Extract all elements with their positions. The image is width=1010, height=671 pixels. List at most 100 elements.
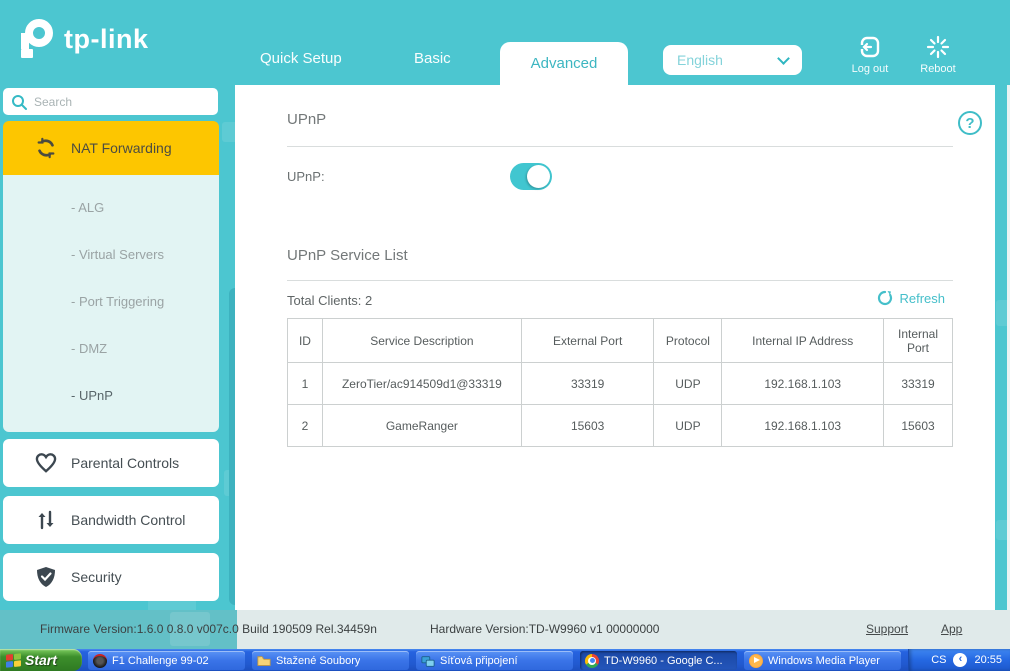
sidebar-item-label: Bandwidth Control [71,512,186,528]
nat-submenu: - ALG - Virtual Servers - Port Triggerin… [3,175,219,432]
taskbar-button-label: F1 Challenge 99-02 [112,654,209,667]
router-admin-page: tp-link Quick Setup Basic Advanced Engli… [0,0,1010,671]
cell-id: 1 [287,362,323,405]
cell-external-port: 15603 [520,404,655,447]
cell-internal-port: 15603 [883,404,953,447]
main-content: UPnP ? UPnP: UPnP Service List Total Cli… [235,85,995,610]
media-player-icon [749,653,763,668]
windows-flag-icon [6,652,21,668]
upnp-toggle[interactable] [510,163,552,190]
start-button[interactable]: Start [0,649,82,671]
taskbar-button-media-player[interactable]: Windows Media Player [744,651,901,670]
nat-forwarding-icon [33,137,59,159]
refresh-label: Refresh [899,290,945,306]
header: tp-link Quick Setup Basic Advanced Engli… [0,0,1010,85]
cell-service-description: ZeroTier/ac914509d1@33319 [321,362,522,405]
reboot-label: Reboot [920,63,956,75]
taskbar-button-chrome-td-w9960[interactable]: TD-W9960 - Google C... [580,651,737,670]
col-header-internal-ip: Internal IP Address [721,318,885,363]
folder-icon [257,654,271,668]
table-row: 1 ZeroTier/ac914509d1@33319 33319 UDP 19… [287,362,953,405]
taskbar-button-network-connections[interactable]: Síťová připojení [416,651,573,670]
sidebar-item-security[interactable]: Security [3,553,219,601]
help-icon[interactable]: ? [958,111,982,135]
cell-internal-ip: 192.168.1.103 [721,362,885,405]
logout-label: Log out [851,63,889,75]
taskbar-button-label: Stažené Soubory [276,654,361,667]
reboot-button[interactable]: Reboot [906,34,970,75]
taskbar-button-label: TD-W9960 - Google C... [604,654,723,667]
col-header-external-port: External Port [520,318,655,363]
sidebar-item-label: Security [71,569,122,585]
logout-button[interactable]: Log out [838,34,902,75]
cell-protocol: UDP [653,404,723,447]
taskbar-button-f1-challenge[interactable]: F1 Challenge 99-02 [88,651,245,670]
taskbar-button-label: Síťová připojení [440,654,518,667]
shield-check-icon [33,566,59,588]
chrome-icon [585,653,599,668]
table-header-row: ID Service Description External Port Pro… [287,318,953,363]
sidebar-subitem-virtual-servers[interactable]: - Virtual Servers [3,231,219,278]
col-header-protocol: Protocol [653,318,723,363]
footer: Firmware Version:1.6.0 0.8.0 v007c.0 Bui… [0,610,1010,649]
sidebar-item-label: NAT Forwarding [71,140,172,156]
reboot-icon [906,34,970,60]
arrows-up-down-icon [33,510,59,530]
upnp-field-label: UPnP: [287,169,325,184]
sidebar-item-parental-controls[interactable]: Parental Controls [3,439,219,487]
sidebar-item-label: Parental Controls [71,455,180,471]
col-header-id: ID [287,318,323,363]
search-box[interactable] [3,88,218,115]
heart-icon [33,453,59,473]
cell-protocol: UDP [653,362,723,405]
hide-icons-chevron-icon[interactable]: ‹ [953,653,968,667]
total-clients-label: Total Clients: 2 [287,293,373,308]
cell-internal-port: 33319 [883,362,953,405]
language-dropdown[interactable]: English [663,45,802,75]
upnp-service-table: ID Service Description External Port Pro… [287,318,953,447]
system-tray: CS ‹ 20:55 [908,649,1010,671]
network-connections-icon [421,654,435,668]
cell-external-port: 33319 [520,362,655,405]
divider [287,146,953,147]
tab-basic[interactable]: Basic [414,50,451,67]
sidebar-subitem-alg[interactable]: - ALG [3,184,219,231]
taskbar-button-downloads-folder[interactable]: Stažené Soubory [252,651,409,670]
sidebar-item-bandwidth-control[interactable]: Bandwidth Control [3,496,219,544]
refresh-icon [878,290,893,306]
firmware-version: Firmware Version:1.6.0 0.8.0 v007c.0 Bui… [40,622,377,636]
section-title-upnp: UPnP [287,111,327,128]
support-link[interactable]: Support [866,622,908,636]
taskbar-button-label: Windows Media Player [768,654,880,667]
divider [287,280,953,281]
sidebar-subitem-upnp[interactable]: - UPnP [3,372,219,419]
chevron-down-icon [777,51,790,65]
tab-quick-setup[interactable]: Quick Setup [260,50,342,67]
clock: 20:55 [974,654,1002,666]
hardware-version: Hardware Version:TD-W9960 v1 00000000 [430,622,660,636]
app-link[interactable]: App [941,622,962,636]
toggle-knob [527,165,550,188]
col-header-service-description: Service Description [321,318,522,363]
windows-taskbar: Start F1 Challenge 99-02 Stažené Soubory [0,649,1010,671]
cell-internal-ip: 192.168.1.103 [721,404,885,447]
col-header-internal-port: Internal Port [883,318,953,363]
table-row: 2 GameRanger 15603 UDP 192.168.1.103 156… [287,404,953,447]
section-title-service-list: UPnP Service List [287,247,408,264]
language-indicator[interactable]: CS [931,654,946,666]
cell-id: 2 [287,404,323,447]
f1-game-icon [93,653,107,668]
logout-icon [838,34,902,60]
sidebar-item-nat-forwarding[interactable]: NAT Forwarding [3,121,219,175]
cell-service-description: GameRanger [321,404,522,447]
start-label: Start [25,652,57,668]
search-input[interactable] [34,94,210,109]
search-icon [12,94,27,110]
tplink-logo-icon [12,16,58,62]
language-value: English [677,52,723,68]
sidebar-subitem-dmz[interactable]: - DMZ [3,325,219,372]
refresh-button[interactable]: Refresh [877,290,945,306]
tplink-logo: tp-link [12,16,149,62]
sidebar-subitem-port-triggering[interactable]: - Port Triggering [3,278,219,325]
tab-advanced[interactable]: Advanced [500,42,628,85]
